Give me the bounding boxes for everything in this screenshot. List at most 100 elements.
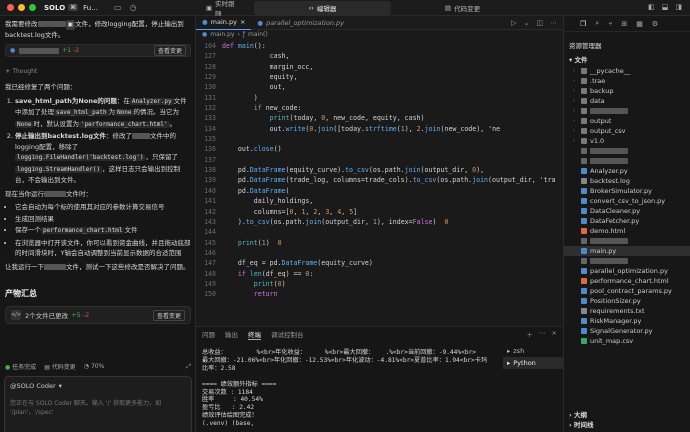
files-icon[interactable]: ❐ xyxy=(580,20,586,28)
thought-toggle[interactable]: ☀ Thought xyxy=(5,68,37,75)
more-icon[interactable]: ⋯ xyxy=(550,19,557,27)
file-item[interactable]: main.py xyxy=(564,246,690,256)
summary-card[interactable]: </> 2个文件已更改 +5 -2 查看变更 xyxy=(5,306,191,324)
agent-selector[interactable]: @SOLO Coder ▾ xyxy=(10,382,62,390)
code-line[interactable]: 131 ) xyxy=(196,93,563,103)
source-control-icon[interactable]: ⑂ xyxy=(608,20,612,28)
tab-live-follow[interactable]: ▣ 实时跟随 xyxy=(196,0,251,18)
file-item[interactable]: PositionSizer.py xyxy=(564,296,690,306)
code-line[interactable]: 148 if len(df_eq) == 0: xyxy=(196,269,563,279)
code-line[interactable]: 129 equity, xyxy=(196,72,563,82)
code-line[interactable]: 138 pd.DataFrame(equity_curve).to_csv(os… xyxy=(196,165,563,175)
sidebar-toggle-icon[interactable]: ▭ xyxy=(114,3,122,12)
file-item[interactable]: DataCleaner.py xyxy=(564,206,690,216)
minimize-window-button[interactable] xyxy=(18,4,25,11)
more-icon[interactable]: ⋯ xyxy=(539,329,546,339)
layout-bottom-icon[interactable]: ⬓ xyxy=(662,3,669,11)
code-line[interactable]: 150 return xyxy=(196,289,563,299)
file-item[interactable]: backtest.log xyxy=(564,176,690,186)
view-changes-button[interactable]: 查看变更 xyxy=(153,45,186,56)
code-line[interactable]: 149 print(0) xyxy=(196,279,563,289)
layout-right-icon[interactable]: ◨ xyxy=(675,3,682,11)
settings-icon[interactable]: ⚙ xyxy=(652,20,658,28)
file-item[interactable]: DataFetcher.py xyxy=(564,216,690,226)
file-item[interactable]: convert_csv_to_json.py xyxy=(564,196,690,206)
project-name[interactable]: Fu... xyxy=(83,4,98,12)
code-line[interactable]: 141 daily_holdings, xyxy=(196,196,563,206)
code-line[interactable]: 133 print(today, 0, new_code, equity, ca… xyxy=(196,113,563,123)
file-item[interactable]: Analyzer.py xyxy=(564,166,690,176)
code-line[interactable]: 144 xyxy=(196,227,563,237)
tab-editor[interactable]: ‹› 编辑器 xyxy=(254,1,391,15)
terminal-instance[interactable]: ▸ Python xyxy=(503,357,563,369)
add-terminal-icon[interactable]: ＋ xyxy=(527,329,534,339)
folder-item[interactable]: › output xyxy=(564,116,690,126)
folder-item[interactable]: › .trae xyxy=(564,76,690,86)
code-line[interactable]: 142 columns=[0, 1, 2, 3, 4, 5] xyxy=(196,207,563,217)
file-item[interactable] xyxy=(564,256,690,266)
expand-icon[interactable]: ⤢ xyxy=(186,363,191,371)
tab-code-changes[interactable]: ▤ 代码变更 xyxy=(394,1,531,15)
file-item[interactable]: unit_map.csv xyxy=(564,336,690,346)
panel-tab[interactable]: 输出 xyxy=(225,329,238,339)
maximize-window-button[interactable] xyxy=(29,4,36,11)
code-line[interactable]: 104 def main(): xyxy=(196,41,563,51)
panel-tab[interactable]: 问题 xyxy=(202,329,215,339)
folder-item[interactable]: › data xyxy=(564,96,690,106)
timeline-section[interactable]: › 时间线 xyxy=(564,419,690,429)
file-item[interactable]: pool_contract_params.py xyxy=(564,286,690,296)
file-item[interactable]: BrokerSimulator.py xyxy=(564,186,690,196)
code-line[interactable]: 127 cash, xyxy=(196,51,563,61)
code-line[interactable]: 147 df_eq = pd.DataFrame(equity_curve) xyxy=(196,258,563,268)
code-line[interactable]: 140 pd.DataFrame( xyxy=(196,186,563,196)
close-icon[interactable]: × xyxy=(240,18,245,26)
file-item[interactable]: performance_chart.html xyxy=(564,276,690,286)
terminal-output[interactable]: 总收益： %<br>年化收益： %<br>最大回撤： .%<br>当前回撤：-9… xyxy=(202,349,502,428)
split-editor-icon[interactable]: ◫ xyxy=(536,19,543,27)
file-item[interactable]: demo.html xyxy=(564,226,690,236)
view-changes-button[interactable]: 查看变更 xyxy=(152,309,185,321)
folder-item[interactable]: › output_csv xyxy=(564,126,690,136)
code-line[interactable]: 139 pd.DataFrame(trade_log, columns=trad… xyxy=(196,175,563,185)
layout-left-icon[interactable]: ◧ xyxy=(648,3,655,11)
code-line[interactable]: 136 out.close() xyxy=(196,144,563,154)
history-icon[interactable]: ◷ xyxy=(129,3,136,12)
code-line[interactable]: 130 out, xyxy=(196,82,563,92)
file-item[interactable] xyxy=(564,146,690,156)
code-line[interactable]: 128 margin_occ, xyxy=(196,62,563,72)
file-item[interactable]: SignalGenerator.py xyxy=(564,326,690,336)
grid-icon[interactable]: ▦ xyxy=(636,20,643,28)
file-item[interactable] xyxy=(564,236,690,246)
extensions-icon[interactable]: ⊞ xyxy=(621,20,627,28)
code-changes[interactable]: ▤ 代码变更 xyxy=(44,362,76,371)
code-line[interactable]: 135 xyxy=(196,134,563,144)
file-item[interactable] xyxy=(564,156,690,166)
file-item[interactable]: parallel_optimization.py xyxy=(564,266,690,276)
run-icon[interactable]: ▷ xyxy=(511,19,516,27)
files-section-header[interactable]: ▾ 文件 xyxy=(564,52,690,66)
close-window-button[interactable] xyxy=(7,4,14,11)
tab-main-py[interactable]: ● main.py × xyxy=(196,15,252,30)
breadcrumb-symbol[interactable]: main() xyxy=(248,31,268,38)
terminal-instance[interactable]: ▸ zsh xyxy=(503,345,563,357)
code-line[interactable]: 132 if new_code: xyxy=(196,103,563,113)
code-area[interactable]: 104 def main(): 127 cash, 128 margin_occ, 12… xyxy=(196,41,563,326)
code-line[interactable]: 145 print(1) 0 xyxy=(196,238,563,248)
changed-file-chip[interactable]: ● +1 -2 查看变更 xyxy=(5,44,191,57)
tab-parallel-optimization[interactable]: ● parallel_optimization.py xyxy=(251,16,350,30)
code-line[interactable]: 146 xyxy=(196,248,563,258)
code-line[interactable]: 143 ).to_csv(os.path.join(output_dir, 1)… xyxy=(196,217,563,227)
outline-section[interactable]: › 大纲 xyxy=(564,409,690,419)
folder-item[interactable]: › xyxy=(564,106,690,116)
panel-tab[interactable]: 终端 xyxy=(248,329,261,340)
chat-input-box[interactable]: @SOLO Coder ▾ 您正在与 SOLO Coder 聊天。输入 '/' 获… xyxy=(4,376,192,432)
chevron-down-icon[interactable]: ⌄ xyxy=(524,19,530,27)
breadcrumb-file[interactable]: main.py xyxy=(210,31,234,38)
code-line[interactable]: 137 xyxy=(196,155,563,165)
search-icon[interactable]: ⌕ xyxy=(595,19,599,28)
folder-item[interactable]: › v1.0 xyxy=(564,136,690,146)
panel-tab[interactable]: 调试控制台 xyxy=(271,329,304,339)
code-line[interactable]: 134 out.write(0.join([today.strftime(1),… xyxy=(196,124,563,134)
folder-item[interactable]: › __pycache__ xyxy=(564,66,690,76)
file-item[interactable]: requirements.txt xyxy=(564,306,690,316)
